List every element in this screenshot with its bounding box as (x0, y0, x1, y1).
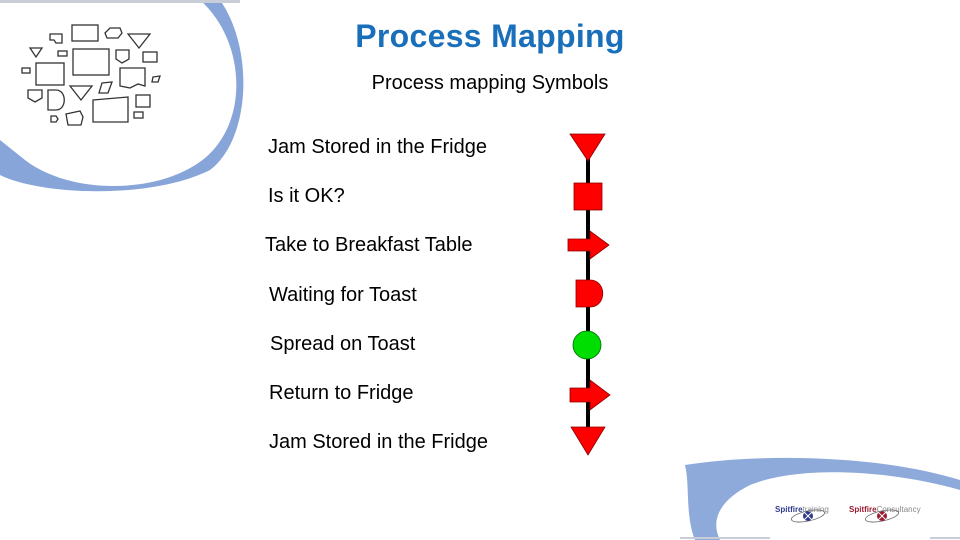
step-label: Take to Breakfast Table (265, 234, 473, 256)
inspection-square-icon (573, 182, 603, 211)
page-title: Process Mapping (355, 18, 625, 54)
storage-triangle-icon (569, 133, 606, 162)
step-label: Jam Stored in the Fridge (269, 431, 488, 453)
step-label: Waiting for Toast (269, 284, 417, 306)
logo-suffix-text: Consultancy (876, 505, 921, 514)
transport-arrow-icon (569, 379, 611, 411)
logo-brand-text: Spitfire (849, 505, 877, 514)
delay-d-icon (575, 279, 604, 308)
spitfire-consultancy-logo: SpitfireConsultancy (849, 505, 921, 514)
process-flow-symbols (567, 133, 611, 456)
page-subtitle: Process mapping Symbols (371, 72, 609, 94)
step-label: Spread on Toast (270, 333, 416, 355)
step-label: Jam Stored in the Fridge (268, 136, 487, 158)
swirl-decoration (680, 457, 960, 540)
step-label: Return to Fridge (269, 382, 414, 404)
logo-suffix-text: training (802, 505, 829, 514)
spitfire-training-logo: Spitfiretraining (775, 505, 829, 514)
step-label: Is it OK? (268, 185, 345, 207)
process-shapes-decoration (0, 0, 244, 200)
logo-brand-text: Spitfire (775, 505, 803, 514)
operation-circle-icon (572, 330, 602, 360)
storage-triangle-icon (570, 426, 606, 456)
